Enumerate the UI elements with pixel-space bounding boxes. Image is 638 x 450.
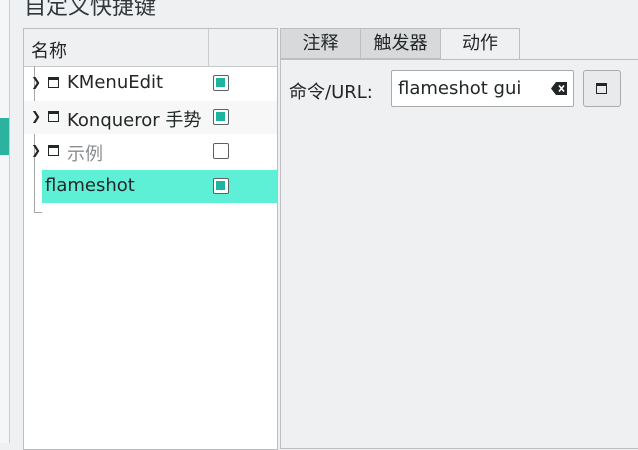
folder-icon (48, 111, 59, 122)
action-tab-panel (280, 59, 638, 449)
tree-item-examples[interactable]: ❯ 示例 (24, 135, 277, 168)
chevron-right-icon[interactable]: ❯ (31, 143, 41, 157)
tab-trigger[interactable]: 触发器 (360, 28, 441, 59)
column-header-enabled[interactable] (209, 29, 277, 66)
tree-header: 名称 (24, 29, 277, 67)
command-url-value[interactable]: flameshot gui (398, 78, 521, 99)
tree-item-label: flameshot (45, 175, 135, 196)
chevron-right-icon[interactable]: ❯ (31, 75, 41, 89)
tree-branch-line (34, 212, 42, 213)
tree-item-konqueror-gestures[interactable]: ❯ Konqueror 手势 (24, 101, 277, 134)
folder-icon (48, 145, 59, 156)
enabled-checkbox[interactable] (213, 178, 229, 194)
sidebar-accent-marker (0, 118, 9, 155)
shortcut-tree[interactable]: 名称 ❯ KMenuEdit ❯ Konqueror 手势 ❯ 示例 flame… (23, 28, 278, 450)
tree-item-label: KMenuEdit (67, 72, 164, 93)
left-window-edge (0, 0, 10, 443)
column-header-name[interactable]: 名称 (31, 37, 67, 63)
tab-action[interactable]: 动作 (440, 28, 520, 61)
chevron-right-icon[interactable]: ❯ (31, 109, 41, 123)
tab-bar: 注释 触发器 动作 (280, 28, 638, 61)
dialog-title: 自定义快捷键 (24, 0, 157, 20)
browse-button[interactable] (583, 70, 621, 107)
tree-item-label: 示例 (67, 144, 103, 165)
tree-item-flameshot[interactable]: flameshot (42, 170, 277, 203)
clear-text-icon[interactable] (551, 82, 567, 95)
enabled-checkbox[interactable] (213, 143, 229, 159)
tab-comment[interactable]: 注释 (280, 28, 361, 59)
command-url-label: 命令/URL: (289, 82, 373, 103)
folder-open-icon (596, 83, 607, 94)
command-url-input[interactable]: flameshot gui (391, 70, 574, 107)
enabled-checkbox[interactable] (213, 109, 229, 125)
enabled-checkbox[interactable] (213, 75, 229, 91)
tree-item-kmenuedit[interactable]: ❯ KMenuEdit (24, 67, 277, 100)
folder-icon (48, 77, 59, 88)
tree-item-label: Konqueror 手势 (67, 110, 202, 131)
